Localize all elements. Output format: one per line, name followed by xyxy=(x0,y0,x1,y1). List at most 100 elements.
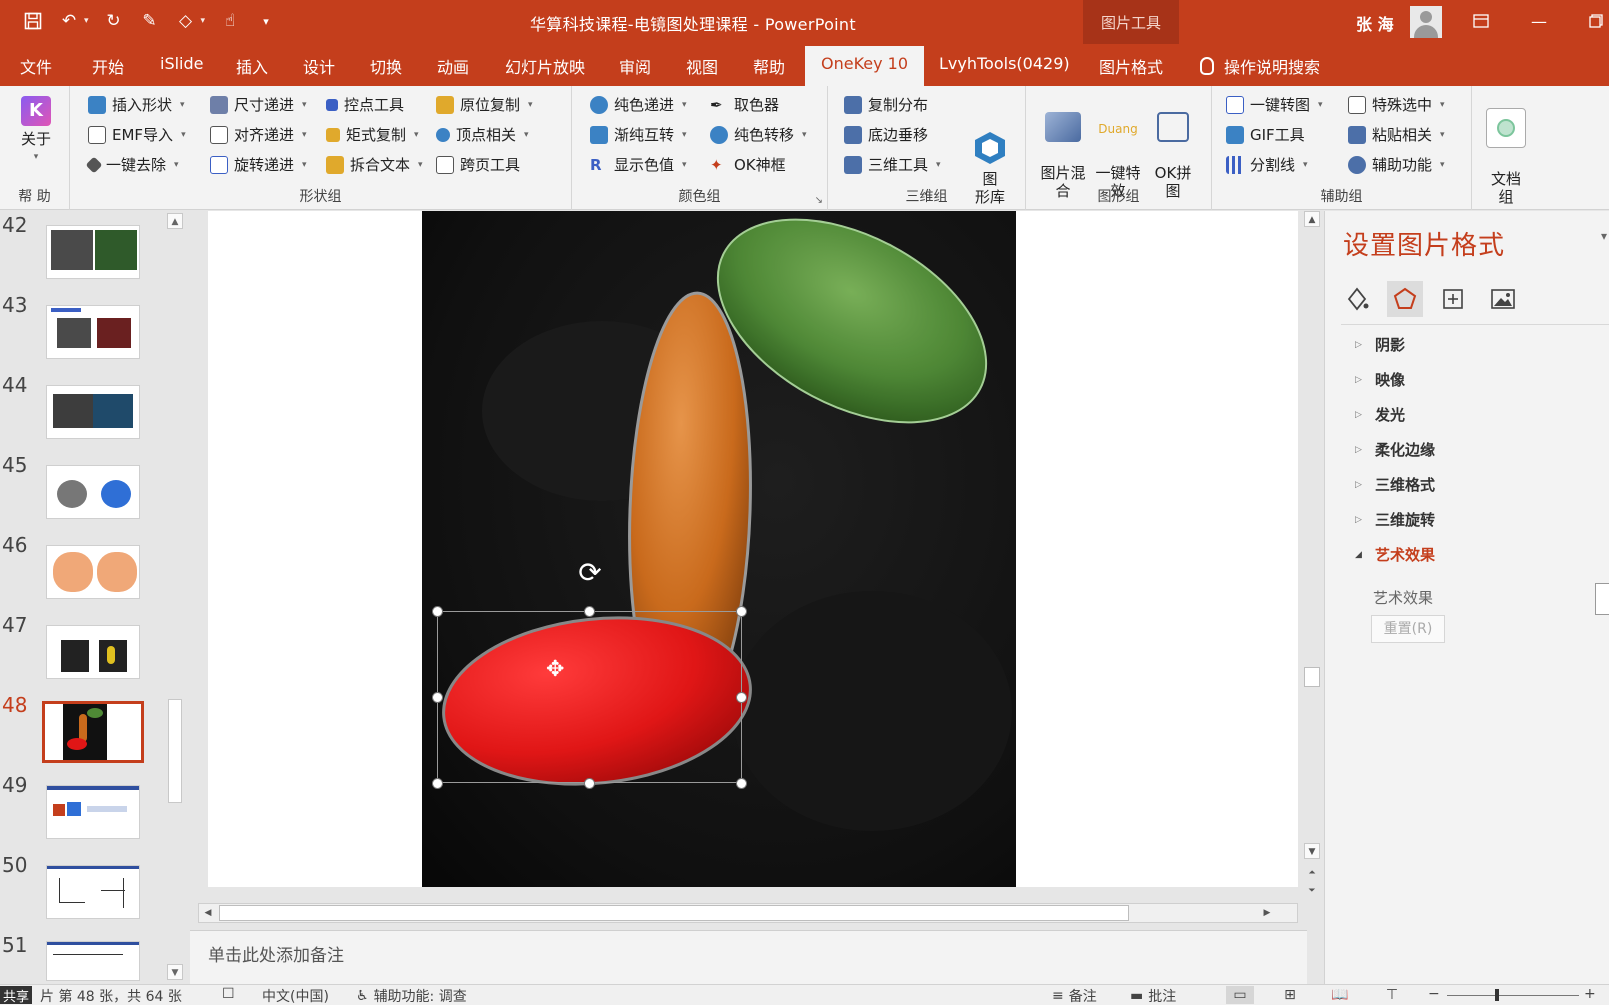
scrollbar-thumb[interactable] xyxy=(168,699,182,803)
slide-thumbnail[interactable] xyxy=(46,785,140,839)
thumbnail-scrollbar[interactable]: ▲ ▼ xyxy=(166,211,184,984)
fill-line-icon[interactable] xyxy=(1339,281,1375,317)
copy-distribute-button[interactable]: 复制分布 xyxy=(844,94,928,115)
split-merge-text-button[interactable]: 拆合文本 ▾ xyxy=(326,154,423,175)
reading-view-icon[interactable]: 📖 xyxy=(1326,986,1354,1004)
shape-dropdown-icon[interactable]: ▾ xyxy=(201,16,206,26)
gif-tool-button[interactable]: GIF工具 xyxy=(1226,124,1305,145)
accessibility-indicator[interactable]: ♿ 辅助功能: 调查 xyxy=(356,986,467,1005)
slide-thumbnail[interactable] xyxy=(46,865,140,919)
slide-thumbnail[interactable] xyxy=(46,545,140,599)
avatar[interactable] xyxy=(1410,6,1442,38)
resize-handle[interactable] xyxy=(432,778,443,789)
spelling-icon[interactable]: ☐ xyxy=(222,986,235,1002)
section-glow[interactable]: ▷ 发光 xyxy=(1355,404,1405,425)
effects-icon[interactable] xyxy=(1387,281,1423,317)
user-name[interactable]: 张 海 xyxy=(1356,11,1394,35)
sem-image[interactable]: ⟳ ✥ xyxy=(422,211,1016,887)
solid-color-transfer-button[interactable]: 纯色转移 ▾ xyxy=(710,124,807,145)
resize-handle[interactable] xyxy=(736,606,747,617)
tab-view[interactable]: 视图 xyxy=(686,54,718,78)
tab-insert[interactable]: 插入 xyxy=(236,54,268,78)
one-click-to-image-button[interactable]: 一键转图 ▾ xyxy=(1226,94,1323,115)
rotate-step-button[interactable]: 旋转递进 ▾ xyxy=(210,154,307,175)
in-place-copy-button[interactable]: 原位复制 ▾ xyxy=(436,94,533,115)
reset-button[interactable]: 重置(R) xyxy=(1371,615,1445,643)
notes-toggle[interactable]: ≡ 备注 xyxy=(1052,986,1097,1005)
tab-onekey[interactable]: OneKey 10 xyxy=(805,46,925,86)
slide-thumbnail[interactable] xyxy=(46,385,140,439)
share-badge[interactable]: 共享 xyxy=(0,986,33,1005)
base-vertical-shift-button[interactable]: 底边垂移 xyxy=(844,124,928,145)
slideshow-icon[interactable]: ⊤ xyxy=(1378,986,1406,1004)
next-slide-icon[interactable]: ⏷ xyxy=(1304,883,1320,899)
zoom-slider-thumb[interactable] xyxy=(1495,989,1499,1001)
tell-me-search[interactable]: 操作说明搜索 xyxy=(1200,54,1320,78)
tab-transitions[interactable]: 切换 xyxy=(370,54,402,78)
format-painter-icon[interactable]: ✎ xyxy=(139,10,161,32)
cross-page-tool-button[interactable]: 跨页工具 xyxy=(436,154,520,175)
minimize-icon[interactable]: — xyxy=(1526,8,1552,34)
size-step-button[interactable]: 尺寸递进 ▾ xyxy=(210,94,307,115)
slide-canvas[interactable]: ⟳ ✥ xyxy=(208,211,1298,887)
scroll-left-icon[interactable]: ◀ xyxy=(200,905,216,921)
ribbon-display-options-icon[interactable] xyxy=(1468,8,1494,34)
customize-qat-icon[interactable]: ▾ xyxy=(255,10,277,32)
section-soft-edges[interactable]: ▷ 柔化边缘 xyxy=(1355,439,1435,460)
notes-pane[interactable]: 单击此处添加备注 xyxy=(190,930,1307,984)
comments-toggle[interactable]: ▬ 批注 xyxy=(1130,986,1176,1005)
restore-icon[interactable] xyxy=(1583,8,1609,34)
size-properties-icon[interactable] xyxy=(1435,281,1471,317)
tab-slideshow[interactable]: 幻灯片放映 xyxy=(505,54,585,78)
zoom-in-icon[interactable]: + xyxy=(1584,986,1596,1002)
slide-thumbnail-selected[interactable] xyxy=(42,701,144,763)
undo-icon[interactable]: ↶ xyxy=(58,10,80,32)
vertical-scrollbar[interactable]: ▲ ▼ ⏶ ⏷ xyxy=(1302,211,1322,908)
paste-related-button[interactable]: 粘贴相关 ▾ xyxy=(1348,124,1445,145)
divider-line-button[interactable]: 分割线 ▾ xyxy=(1226,154,1308,175)
shape-icon[interactable]: ◇ xyxy=(175,10,197,32)
tab-lvyhtools[interactable]: LvyhTools(0429) xyxy=(939,54,1070,73)
tab-help[interactable]: 帮助 xyxy=(753,54,785,78)
picture-icon[interactable] xyxy=(1485,281,1521,317)
zoom-out-icon[interactable]: − xyxy=(1428,986,1440,1002)
zoom-slider[interactable] xyxy=(1447,995,1579,996)
aux-function-button[interactable]: 辅助功能 ▾ xyxy=(1348,154,1445,175)
solid-color-step-button[interactable]: 纯色递进 ▾ xyxy=(590,94,687,115)
scrollbar-thumb[interactable] xyxy=(219,905,1129,921)
tab-review[interactable]: 审阅 xyxy=(619,54,651,78)
resize-handle[interactable] xyxy=(432,606,443,617)
show-color-value-button[interactable]: R 显示色值 ▾ xyxy=(590,154,687,175)
resize-handle[interactable] xyxy=(736,778,747,789)
scroll-down-icon[interactable]: ▼ xyxy=(167,964,183,980)
notes-placeholder[interactable]: 单击此处添加备注 xyxy=(208,941,344,966)
previous-slide-icon[interactable]: ⏶ xyxy=(1304,865,1320,881)
slide-thumbnail[interactable] xyxy=(46,305,140,359)
touch-mode-icon[interactable]: ☝ xyxy=(219,10,241,32)
slide-thumbnail[interactable] xyxy=(46,465,140,519)
handle-tool-button[interactable]: 控点工具 xyxy=(326,94,404,115)
color-picker-button[interactable]: ✒ 取色器 xyxy=(710,94,779,115)
language-indicator[interactable]: 中文(中国) xyxy=(262,986,329,1005)
horizontal-scrollbar[interactable]: ◀ ▶ xyxy=(198,903,1298,923)
undo-dropdown-icon[interactable]: ▾ xyxy=(84,16,89,26)
artistic-effects-dropdown[interactable] xyxy=(1595,583,1609,615)
three-d-tool-button[interactable]: 三维工具 ▾ xyxy=(844,154,941,175)
resize-handle[interactable] xyxy=(584,606,595,617)
slide-thumbnail[interactable] xyxy=(46,225,140,279)
dialog-launcher-icon[interactable]: ↘ xyxy=(815,195,823,206)
slide-thumbnail[interactable] xyxy=(46,941,140,981)
section-reflection[interactable]: ▷ 映像 xyxy=(1355,369,1405,390)
scroll-up-icon[interactable]: ▲ xyxy=(167,213,183,229)
gradient-solid-swap-button[interactable]: 渐纯互转 ▾ xyxy=(590,124,687,145)
scrollbar-thumb[interactable] xyxy=(1304,667,1320,687)
insert-shape-button[interactable]: 插入形状 ▾ xyxy=(88,94,185,115)
align-step-button[interactable]: 对齐递进 ▾ xyxy=(210,124,307,145)
scroll-down-icon[interactable]: ▼ xyxy=(1304,843,1320,859)
tab-islide[interactable]: iSlide xyxy=(160,54,204,73)
tab-animations[interactable]: 动画 xyxy=(437,54,469,78)
tab-home[interactable]: 开始 xyxy=(92,54,124,78)
resize-handle[interactable] xyxy=(736,692,747,703)
resize-handle[interactable] xyxy=(432,692,443,703)
resize-handle[interactable] xyxy=(584,778,595,789)
